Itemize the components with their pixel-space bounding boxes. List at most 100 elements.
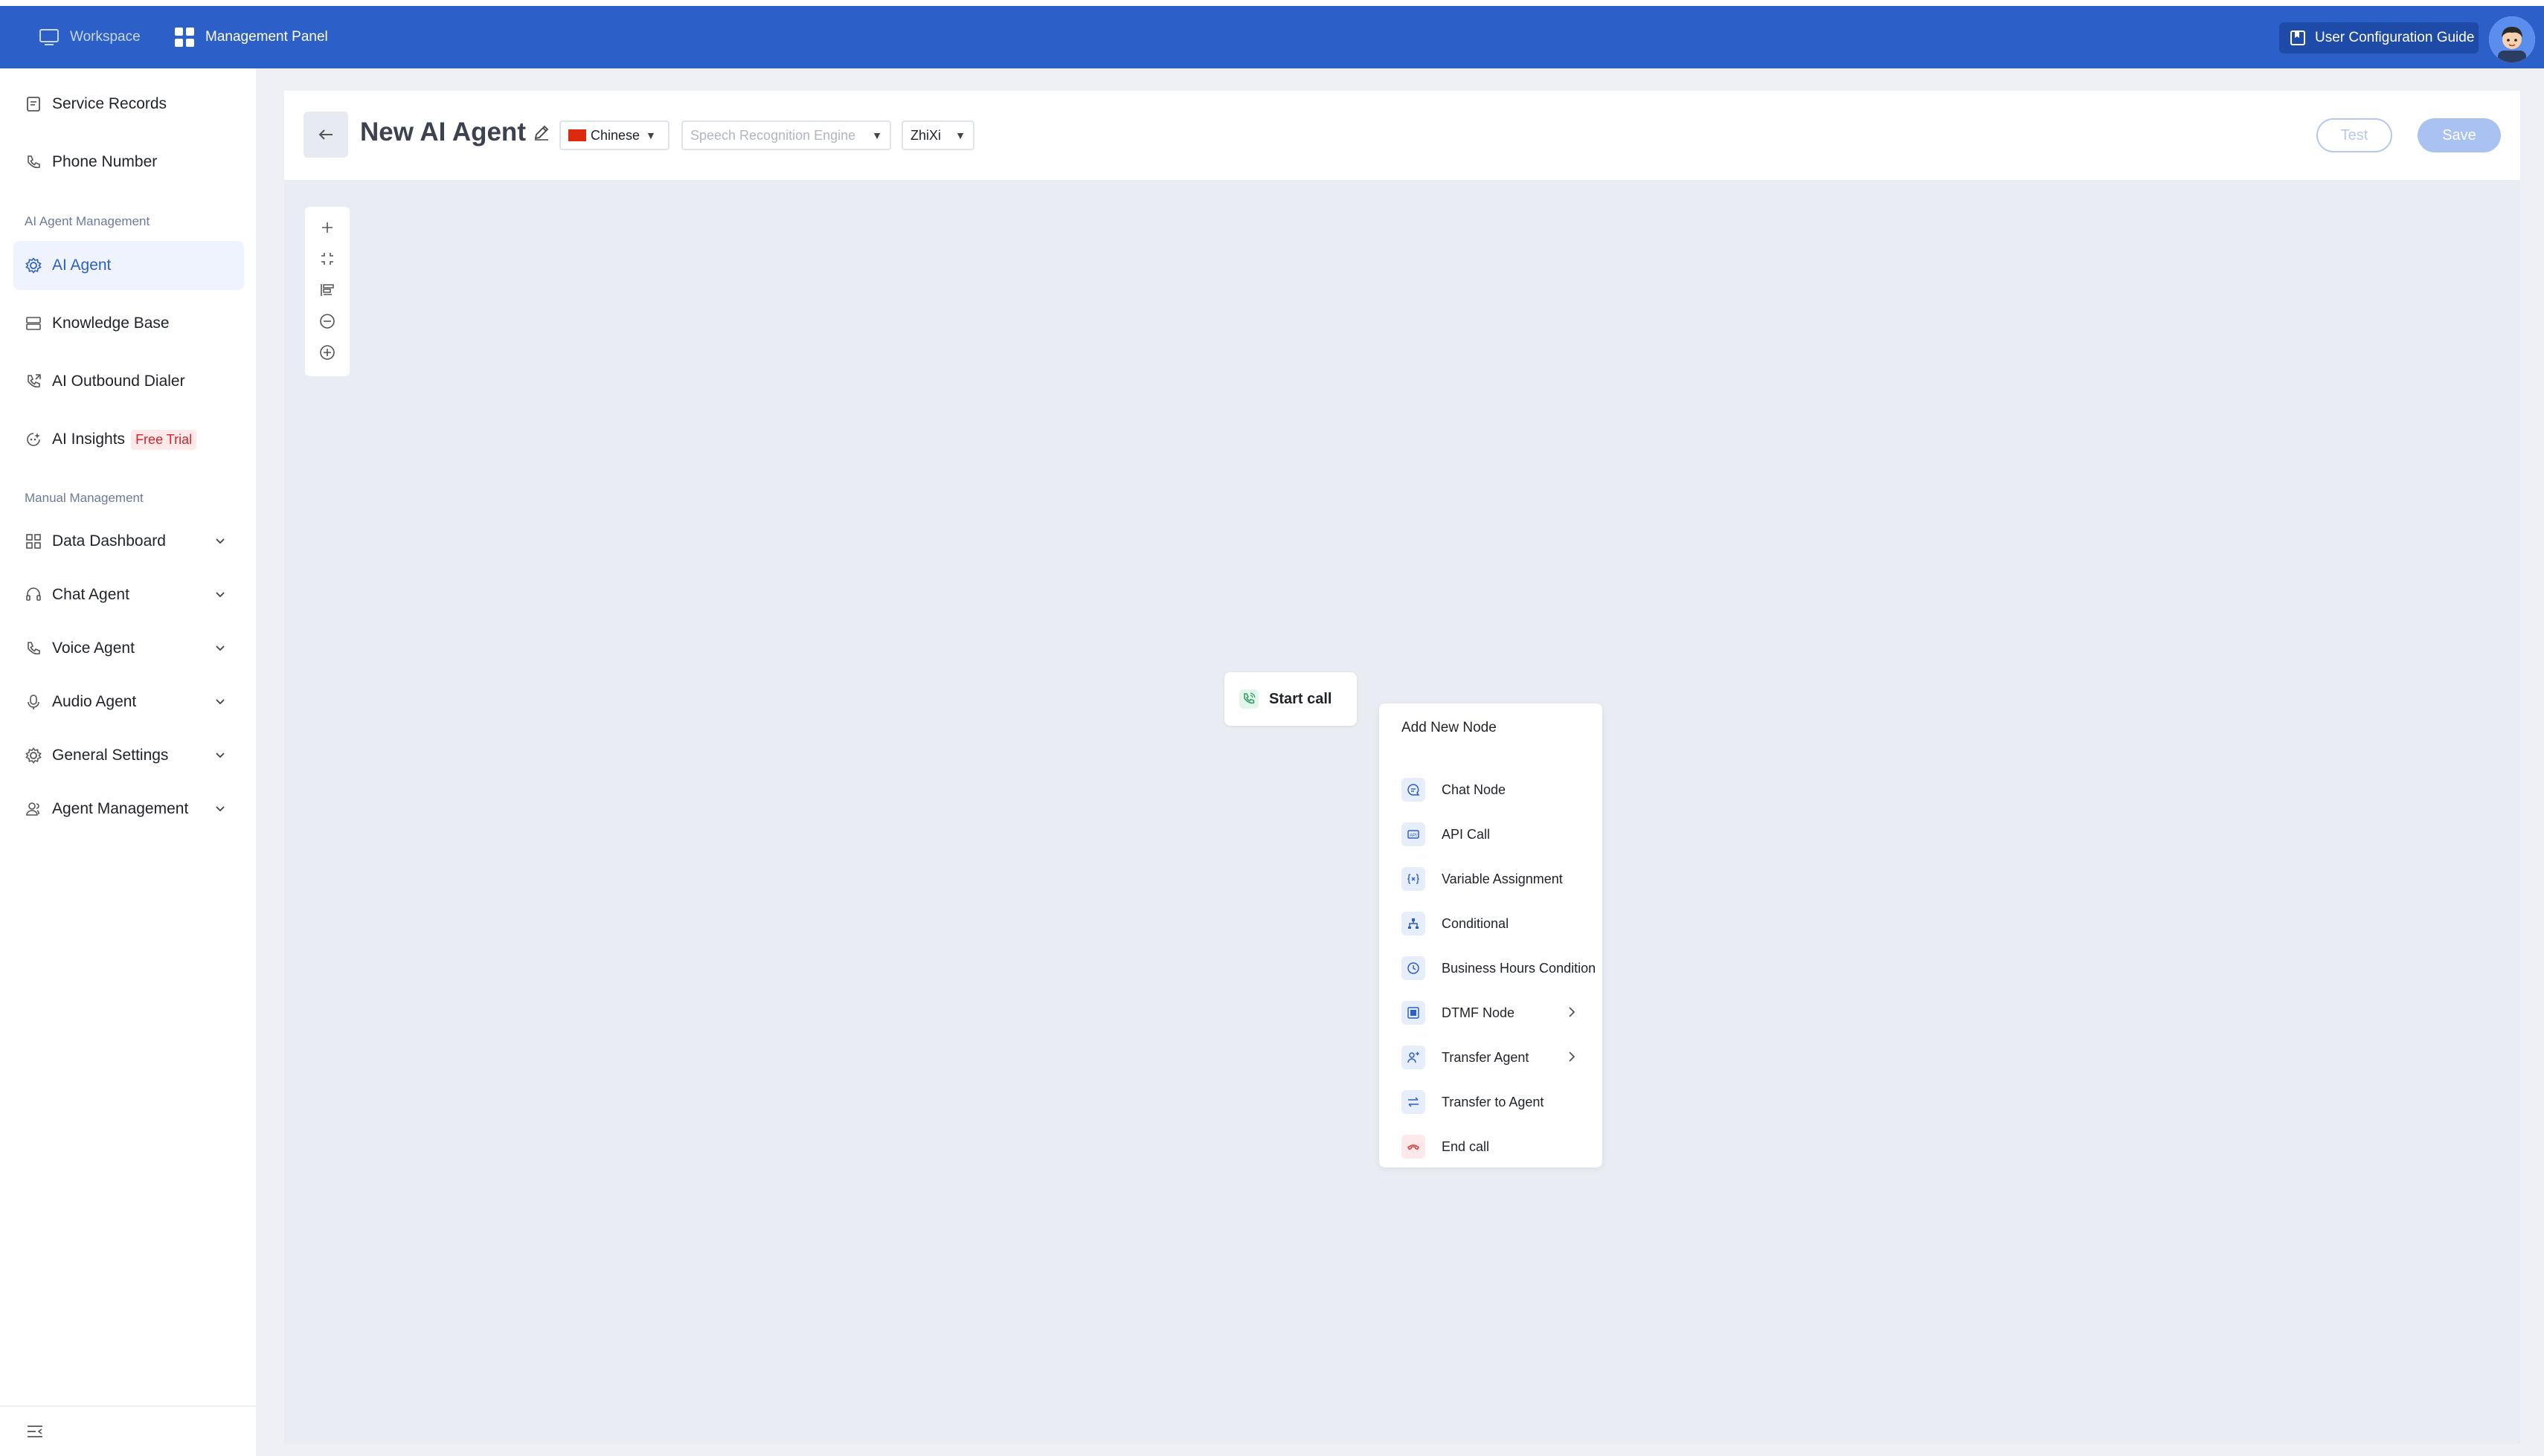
workspace-tab[interactable]: Workspace [39,6,141,68]
menu-item-label: API Call [1442,826,1491,842]
speech-engine-select[interactable]: Speech Recognition Engine ▼ [681,120,891,150]
sidebar-item-ai-insights[interactable]: AI Insights Free Trial [13,415,244,464]
hangup-icon [1401,1135,1425,1159]
sidebar-item-label: Chat Agent [52,586,129,603]
clock-icon [1401,956,1425,980]
variable-icon [1401,867,1425,891]
menu-item-api-call[interactable]: API API Call [1401,819,1598,849]
section-label-ai: AI Agent Management [25,214,150,228]
svg-text:API: API [1410,834,1417,838]
menu-item-conditional[interactable]: Conditional [1401,909,1598,938]
back-button[interactable] [303,112,348,158]
sidebar-item-data-dashboard[interactable]: Data Dashboard [13,517,244,566]
sidebar-item-label: Audio Agent [52,693,137,710]
menu-item-label: Business Hours Condition [1442,960,1596,976]
free-trial-badge: Free Trial [131,429,197,450]
keypad-icon [1401,1001,1425,1025]
sidebar-item-label: Service Records [52,95,167,112]
sidebar-item-voice-agent[interactable]: Voice Agent [13,624,244,673]
menu-item-label: Conditional [1442,915,1509,931]
sidebar-item-ai-agent[interactable]: AI Agent [13,241,244,290]
top-bar: Workspace Management Panel User Configur… [0,6,2544,68]
swap-icon [1401,1090,1425,1114]
sidebar-item-chat-agent[interactable]: Chat Agent [13,570,244,619]
page-title: New AI Agent [360,117,526,146]
sidebar-item-service-records[interactable]: Service Records [13,80,244,129]
workspace-label: Workspace [70,29,141,45]
menu-item-transfer-agent[interactable]: Transfer Agent [1401,1043,1598,1072]
sidebar-item-label: Knowledge Base [52,315,170,332]
management-panel-tab[interactable]: Management Panel [174,6,328,68]
arrow-left-icon [318,129,333,140]
sidebar-item-general-settings[interactable]: General Settings [13,731,244,780]
phone-call-icon [1239,689,1259,709]
api-icon: API [1401,822,1425,846]
sidebar-item-agent-management[interactable]: Agent Management [13,785,244,834]
edit-icon[interactable] [533,123,550,141]
avatar-image [2489,16,2535,62]
china-flag-icon [568,129,586,141]
chevron-down-icon [216,806,225,812]
gear-icon [25,747,42,764]
avatar[interactable] [2489,16,2535,62]
fit-view-tool[interactable] [318,250,336,268]
caret-down-icon: ▼ [872,129,882,141]
chat-icon [1401,778,1425,802]
zoom-in-tool[interactable] [318,344,336,361]
sidebar-item-label: Voice Agent [52,640,135,657]
chevron-down-icon [216,753,225,758]
test-button[interactable]: Test [2316,118,2392,152]
sidebar-item-label: Phone Number [52,153,158,170]
menu-item-label: Chat Node [1442,782,1506,797]
menu-item-transfer-to-agent[interactable]: Transfer to Agent [1401,1087,1598,1117]
branch-icon [1401,912,1425,935]
sidebar-item-audio-agent[interactable]: Audio Agent [13,677,244,727]
caret-down-icon: ▼ [646,129,656,141]
chevron-down-icon [216,645,225,651]
language-select[interactable]: Chinese ▼ [559,120,669,150]
sidebar-item-ai-outbound-dialer[interactable]: AI Outbound Dialer [13,357,244,406]
save-button[interactable]: Save [2418,118,2501,152]
menu-item-business-hours[interactable]: Business Hours Condition [1401,953,1598,983]
menu-item-chat-node[interactable]: Chat Node [1401,775,1598,805]
insights-icon [27,433,40,446]
book-icon [2290,30,2305,45]
zoom-out-tool[interactable] [318,312,336,330]
sidebar-item-phone-number[interactable]: Phone Number [13,138,244,187]
menu-item-label: DTMF Node [1442,1005,1515,1020]
grid-icon [175,28,194,47]
menu-item-label: End call [1442,1138,1490,1154]
sidebar-item-label: AI Agent [52,257,112,274]
menu-item-label: Transfer Agent [1442,1049,1529,1065]
sidebar-footer [0,1405,256,1456]
phone-icon [28,642,40,655]
voice-select[interactable]: ZhiXi ▼ [902,120,974,150]
phone-icon [28,155,40,169]
database-icon [26,317,41,330]
fit-view-icon [321,253,333,265]
menu-item-label: Transfer to Agent [1442,1094,1544,1109]
menu-item-dtmf-node[interactable]: DTMF Node [1401,998,1598,1028]
phone-outgoing-icon [28,374,41,388]
users-icon [26,802,39,816]
speech-engine-placeholder: Speech Recognition Engine [690,127,856,143]
collapse-sidebar-icon[interactable] [27,1425,43,1438]
chevron-right-icon [1569,1007,1575,1017]
start-call-node[interactable]: Start call [1224,672,1357,726]
sidebar: Service Records Phone Number AI Agent Ma… [0,68,257,1456]
sidebar-item-label: Data Dashboard [52,532,166,550]
sidebar-item-knowledge-base[interactable]: Knowledge Base [13,299,244,348]
add-tool[interactable] [318,219,336,236]
user-guide-button[interactable]: User Configuration Guide [2279,22,2479,54]
chevron-right-icon [1569,1051,1575,1062]
document-icon [27,97,40,112]
canvas-toolbar [305,207,350,376]
menu-item-label: Variable Assignment [1442,871,1563,886]
sidebar-item-label: Agent Management [52,800,189,817]
menu-item-variable-assignment[interactable]: Variable Assignment [1401,864,1598,894]
menu-item-end-call[interactable]: End call [1401,1132,1598,1162]
management-panel-label: Management Panel [205,29,328,45]
auto-layout-tool[interactable] [318,281,336,299]
sidebar-item-label: AI Insights [52,431,126,448]
layout-icon [321,284,334,296]
